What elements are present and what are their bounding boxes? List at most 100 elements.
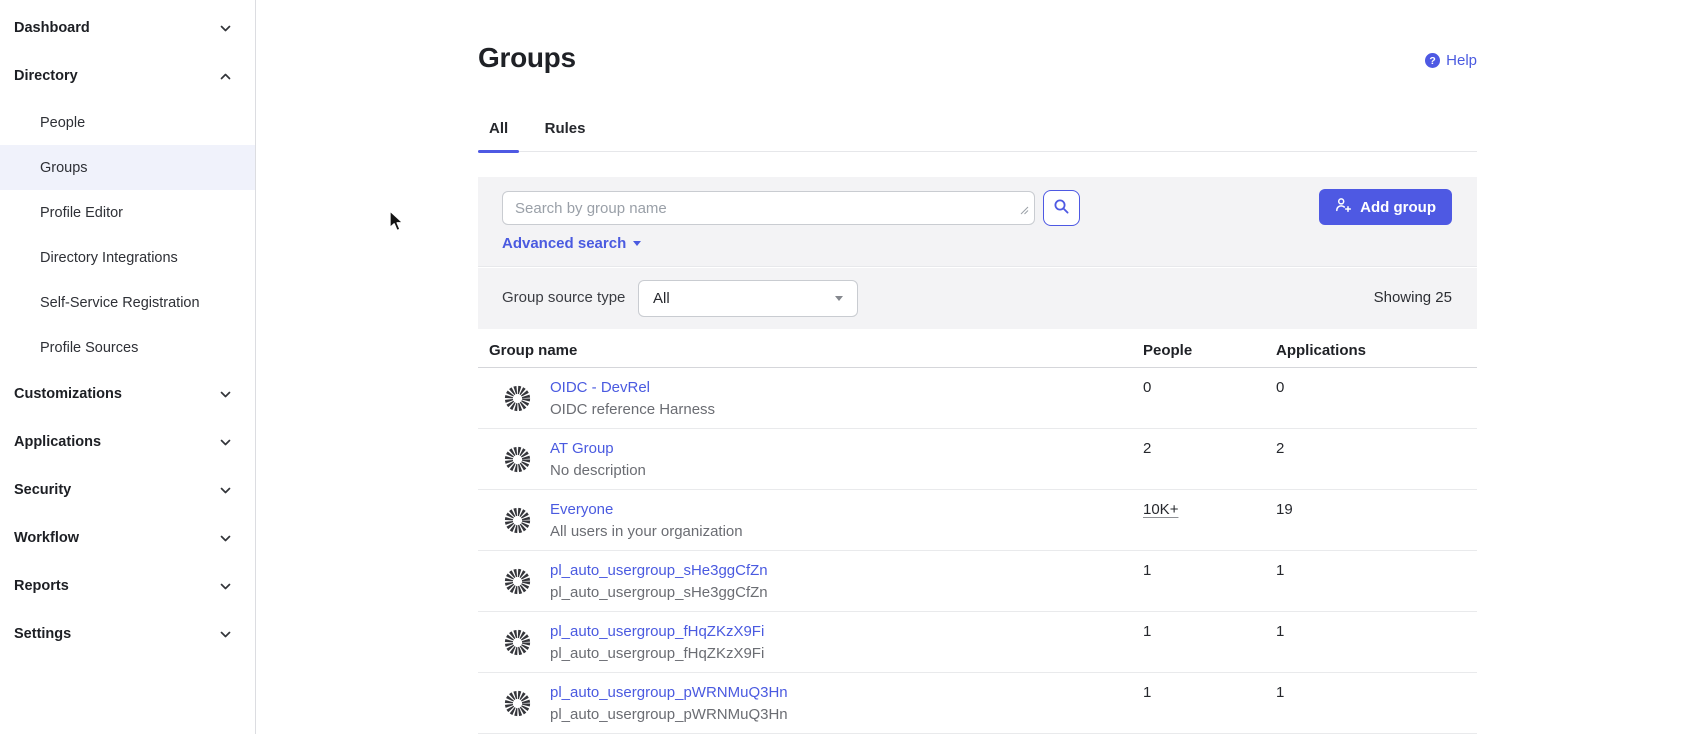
- applications-count: 0: [1276, 379, 1284, 396]
- sidebar-item-label: Customizations: [14, 386, 122, 402]
- help-label: Help: [1446, 52, 1477, 69]
- table-row: pl_auto_usergroup_sHe3ggCfZn pl_auto_use…: [478, 551, 1477, 612]
- sidebar-item-directory-integrations[interactable]: Directory Integrations: [0, 235, 255, 280]
- group-name-link[interactable]: Everyone: [550, 501, 613, 518]
- sidebar-item-profile-sources[interactable]: Profile Sources: [0, 325, 255, 370]
- table-row: Everyone All users in your organization …: [478, 490, 1477, 551]
- help-question-icon: ?: [1425, 53, 1440, 68]
- sidebar-item-workflow[interactable]: Workflow: [0, 514, 255, 562]
- sidebar-item-label: Directory: [14, 68, 78, 84]
- sidebar-item-settings[interactable]: Settings: [0, 610, 255, 658]
- sidebar-item-groups[interactable]: Groups: [0, 145, 255, 190]
- sidebar-item-customizations[interactable]: Customizations: [0, 370, 255, 418]
- chevron-down-icon: [218, 21, 233, 36]
- applications-count: 19: [1276, 501, 1293, 518]
- table-row: OIDC - DevRel OIDC reference Harness 0 0: [478, 368, 1477, 429]
- source-type-label: Group source type: [502, 289, 625, 306]
- people-count: 1: [1143, 623, 1151, 640]
- search-icon: [1053, 198, 1070, 218]
- group-name-link[interactable]: OIDC - DevRel: [550, 379, 650, 396]
- sidebar-item-people[interactable]: People: [0, 100, 255, 145]
- sidebar-item-label: Settings: [14, 626, 71, 642]
- sidebar-item-reports[interactable]: Reports: [0, 562, 255, 610]
- page-title: Groups: [478, 42, 576, 74]
- admin-console: Dashboard Directory People Groups Profil…: [0, 0, 1687, 734]
- people-count: 2: [1143, 440, 1151, 457]
- tab-bar: All Rules: [478, 114, 1477, 152]
- source-type-select[interactable]: All: [638, 280, 858, 317]
- group-icon: [504, 507, 531, 539]
- applications-count: 1: [1276, 684, 1284, 701]
- add-group-button[interactable]: Add group: [1319, 189, 1452, 225]
- chevron-down-icon: [218, 579, 233, 594]
- tab-rules[interactable]: Rules: [534, 114, 597, 152]
- sidebar-item-dashboard[interactable]: Dashboard: [0, 4, 255, 52]
- group-description: pl_auto_usergroup_fHqZKzX9Fi: [550, 645, 764, 662]
- group-name-link[interactable]: AT Group: [550, 440, 614, 457]
- source-type-value: All: [653, 290, 670, 307]
- table-row: AT Group No description 2 2: [478, 429, 1477, 490]
- group-icon: [504, 385, 531, 417]
- groups-page: Groups ? Help All Rules Search by group …: [478, 0, 1477, 734]
- sidebar-item-label: Dashboard: [14, 20, 90, 36]
- group-description: All users in your organization: [550, 523, 743, 540]
- group-search-input[interactable]: Search by group name: [502, 191, 1035, 225]
- sidebar-item-label: Groups: [40, 160, 88, 176]
- sidebar-item-directory[interactable]: Directory: [0, 52, 255, 100]
- search-placeholder: Search by group name: [515, 200, 667, 217]
- help-link[interactable]: ? Help: [1425, 52, 1477, 69]
- group-icon: [504, 568, 531, 600]
- sidebar-item-label: Workflow: [14, 530, 79, 546]
- sidebar-item-security[interactable]: Security: [0, 466, 255, 514]
- sidebar-item-label: Reports: [14, 578, 69, 594]
- people-count: 1: [1143, 562, 1151, 579]
- group-description: No description: [550, 462, 646, 479]
- people-count-link[interactable]: 10K+: [1143, 501, 1178, 518]
- table-header: Group name People Applications: [478, 329, 1477, 368]
- chevron-up-icon: [218, 69, 233, 84]
- applications-count: 1: [1276, 562, 1284, 579]
- group-description: pl_auto_usergroup_pWRNMuQ3Hn: [550, 706, 788, 723]
- mouse-cursor: [386, 210, 406, 238]
- sidebar-item-self-service-registration[interactable]: Self-Service Registration: [0, 280, 255, 325]
- showing-count: Showing 25: [1374, 289, 1452, 306]
- chevron-down-icon: [218, 627, 233, 642]
- group-icon: [504, 629, 531, 661]
- table-row: pl_auto_usergroup_pWRNMuQ3Hn pl_auto_use…: [478, 673, 1477, 734]
- caret-down-icon: [835, 296, 843, 301]
- column-group-name: Group name: [489, 342, 577, 359]
- sidebar-nav: Dashboard Directory People Groups Profil…: [0, 0, 256, 734]
- resize-grip-icon[interactable]: [1020, 202, 1029, 220]
- sidebar-item-label: People: [40, 115, 85, 131]
- advanced-search-link[interactable]: Advanced search: [502, 235, 641, 252]
- applications-count: 1: [1276, 623, 1284, 640]
- advanced-search-label: Advanced search: [502, 235, 626, 252]
- sidebar-item-label: Applications: [14, 434, 101, 450]
- group-description: OIDC reference Harness: [550, 401, 715, 418]
- table-row: pl_auto_usergroup_fHqZKzX9Fi pl_auto_use…: [478, 612, 1477, 673]
- people-count: 0: [1143, 379, 1151, 396]
- chevron-down-icon: [218, 387, 233, 402]
- groups-table: OIDC - DevRel OIDC reference Harness 0 0…: [478, 368, 1477, 734]
- people-count: 1: [1143, 684, 1151, 701]
- tab-all[interactable]: All: [478, 114, 519, 152]
- sidebar-item-profile-editor[interactable]: Profile Editor: [0, 190, 255, 235]
- group-name-link[interactable]: pl_auto_usergroup_fHqZKzX9Fi: [550, 623, 764, 640]
- sidebar-item-applications[interactable]: Applications: [0, 418, 255, 466]
- group-description: pl_auto_usergroup_sHe3ggCfZn: [550, 584, 768, 601]
- group-name-link[interactable]: pl_auto_usergroup_sHe3ggCfZn: [550, 562, 768, 579]
- applications-count: 2: [1276, 440, 1284, 457]
- search-button[interactable]: [1043, 190, 1080, 226]
- add-group-label: Add group: [1360, 199, 1436, 216]
- chevron-down-icon: [218, 483, 233, 498]
- column-people: People: [1143, 342, 1192, 359]
- group-icon: [504, 690, 531, 722]
- column-applications: Applications: [1276, 342, 1366, 359]
- chevron-down-icon: [218, 435, 233, 450]
- group-name-link[interactable]: pl_auto_usergroup_pWRNMuQ3Hn: [550, 684, 788, 701]
- group-icon: [504, 446, 531, 478]
- chevron-down-icon: [218, 531, 233, 546]
- filter-panel: Group source type All Showing 25: [478, 268, 1477, 329]
- caret-down-icon: [633, 241, 641, 246]
- sidebar-item-label: Directory Integrations: [40, 250, 178, 266]
